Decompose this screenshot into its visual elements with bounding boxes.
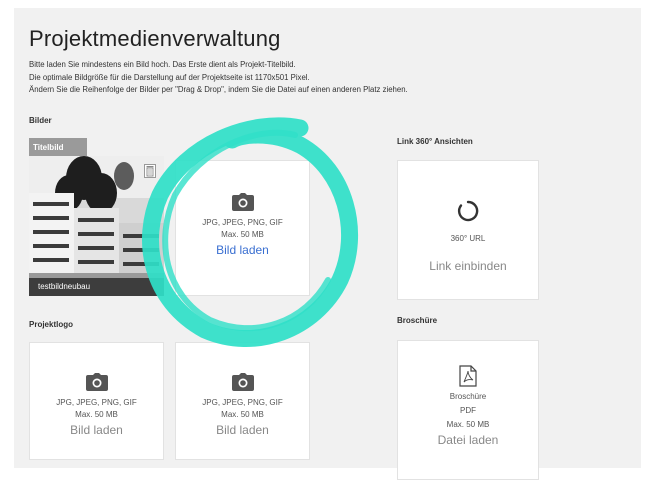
building-photo — [29, 138, 164, 296]
intro-text: Bitte laden Sie mindestens ein Bild hoch… — [29, 59, 408, 97]
pdf-file-icon — [459, 365, 477, 387]
logo-upload-link-2[interactable]: Bild laden — [216, 423, 269, 437]
upload-formats: JPG, JPEG, PNG, GIF — [202, 218, 283, 227]
link360-caption: 360° URL — [450, 234, 486, 243]
upload-formats: JPG, JPEG, PNG, GIF — [56, 398, 137, 407]
broschuere-upload-link[interactable]: Datei laden — [438, 433, 499, 447]
upload-formats: JPG, JPEG, PNG, GIF — [202, 398, 283, 407]
logo-upload-link-1[interactable]: Bild laden — [70, 423, 123, 437]
title-image-tile[interactable]: Titelbild testbildneubau — [29, 138, 164, 296]
tab-spacer — [87, 138, 164, 156]
bilder-label: Bilder — [29, 116, 52, 125]
camera-icon — [231, 193, 254, 211]
camera-icon — [85, 373, 108, 391]
title-image-filename: testbildneubau — [29, 278, 164, 296]
camera-icon — [231, 373, 254, 391]
broschuere-max-size: Max. 50 MB — [446, 420, 490, 429]
broschuere-format: PDF — [460, 406, 476, 415]
upload-max-size: Max. 50 MB — [221, 410, 264, 419]
page-title: Projektmedienverwaltung — [29, 26, 281, 51]
broschuere-label: Broschüre — [397, 316, 438, 325]
link360-action[interactable]: Link einbinden — [429, 259, 506, 273]
logo-upload-slot-1[interactable]: JPG, JPEG, PNG, GIF Max. 50 MB Bild lade… — [29, 342, 164, 460]
image-upload-slot[interactable]: JPG, JPEG, PNG, GIF Max. 50 MB Bild lade… — [175, 160, 310, 296]
intro-line-2: Die optimale Bildgröße für die Darstellu… — [29, 72, 310, 82]
upload-max-size: Max. 50 MB — [75, 410, 118, 419]
spinner-icon — [457, 200, 479, 222]
image-upload-link[interactable]: Bild laden — [216, 243, 269, 257]
link360-label: Link 360° Ansichten — [397, 137, 473, 146]
projektlogo-label: Projektlogo — [29, 320, 74, 329]
intro-line-1: Bitte laden Sie mindestens ein Bild hoch… — [29, 60, 296, 69]
logo-upload-slot-2[interactable]: JPG, JPEG, PNG, GIF Max. 50 MB Bild lade… — [175, 342, 310, 460]
title-image-tag: Titelbild — [29, 138, 87, 156]
broschuere-name: Broschüre — [449, 392, 487, 401]
intro-line-3: Ändern Sie die Reihenfolge der Bilder pe… — [29, 85, 408, 95]
link360-slot[interactable]: 360° URL Link einbinden — [397, 160, 539, 300]
trash-icon[interactable] — [144, 164, 156, 178]
broschuere-upload-slot[interactable]: Broschüre PDF Max. 50 MB Datei laden — [397, 340, 539, 480]
upload-max-size: Max. 50 MB — [221, 230, 264, 239]
